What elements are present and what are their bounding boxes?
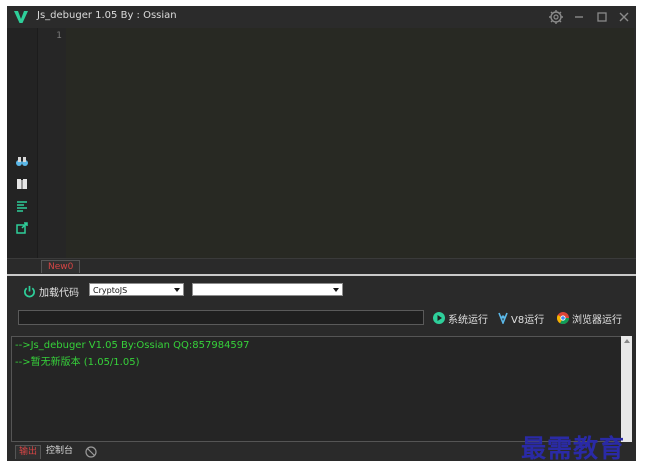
load-code-button[interactable]: 加载代码 bbox=[23, 283, 79, 299]
tab-console[interactable]: 控制台 bbox=[43, 445, 76, 458]
v8-icon bbox=[498, 312, 508, 324]
chrome-icon bbox=[557, 312, 569, 324]
tab-output[interactable]: 输出 bbox=[15, 445, 42, 459]
system-run-button[interactable]: 系统运行 bbox=[433, 311, 488, 326]
browser-run-button[interactable]: 浏览器运行 bbox=[557, 311, 622, 326]
library-select[interactable]: CryptoJS bbox=[89, 283, 184, 296]
app-window: Js_debuger 1.05 By : Ossian 1 New0 加载代码 … bbox=[7, 6, 636, 461]
external-link-icon[interactable] bbox=[15, 221, 29, 235]
binoculars-icon[interactable] bbox=[15, 154, 29, 168]
output-console[interactable]: -->Js_debuger V1.05 By:Ossian QQ:8579845… bbox=[11, 336, 625, 442]
run-toolbar: 系统运行 V8运行 浏览器运行 bbox=[7, 306, 636, 332]
close-icon[interactable] bbox=[616, 9, 632, 25]
console-line: -->Js_debuger V1.05 By:Ossian QQ:8579845… bbox=[15, 340, 250, 351]
console-scrollbar[interactable] bbox=[621, 336, 632, 442]
library-select-value: CryptoJS bbox=[93, 286, 128, 295]
list-icon[interactable] bbox=[15, 199, 29, 213]
clear-icon[interactable] bbox=[85, 446, 97, 458]
panel-divider[interactable] bbox=[7, 274, 636, 276]
line-number-gutter: 1 bbox=[38, 28, 66, 258]
load-toolbar: 加载代码 CryptoJS bbox=[7, 278, 636, 304]
tab-new0[interactable]: New0 bbox=[41, 260, 81, 273]
command-input[interactable] bbox=[18, 310, 424, 325]
load-code-label: 加载代码 bbox=[39, 287, 79, 299]
chevron-down-icon bbox=[174, 288, 180, 292]
minimize-icon[interactable] bbox=[571, 9, 587, 25]
v8-run-label: V8运行 bbox=[511, 314, 545, 326]
book-icon[interactable] bbox=[15, 177, 29, 191]
window-title: Js_debuger 1.05 By : Ossian bbox=[37, 10, 177, 21]
left-sidebar bbox=[7, 28, 38, 258]
maximize-icon[interactable] bbox=[594, 9, 610, 25]
system-run-label: 系统运行 bbox=[448, 314, 488, 326]
title-bar: Js_debuger 1.05 By : Ossian bbox=[7, 6, 636, 28]
watermark-logo: 最需教育 bbox=[521, 434, 626, 463]
app-logo-icon bbox=[14, 11, 28, 23]
scroll-up-icon[interactable] bbox=[624, 339, 630, 343]
power-icon bbox=[24, 285, 35, 297]
play-icon bbox=[433, 312, 445, 324]
browser-run-label: 浏览器运行 bbox=[572, 314, 622, 326]
settings-gear-icon[interactable] bbox=[548, 9, 564, 25]
secondary-select[interactable] bbox=[192, 283, 343, 296]
console-line: -->暂无新版本 (1.05/1.05) bbox=[15, 357, 140, 368]
chevron-down-icon bbox=[333, 288, 339, 292]
code-editor[interactable] bbox=[66, 28, 634, 258]
line-number: 1 bbox=[56, 31, 62, 41]
editor-tab-strip: New0 bbox=[7, 258, 636, 273]
v8-run-button[interactable]: V8运行 bbox=[498, 311, 545, 326]
